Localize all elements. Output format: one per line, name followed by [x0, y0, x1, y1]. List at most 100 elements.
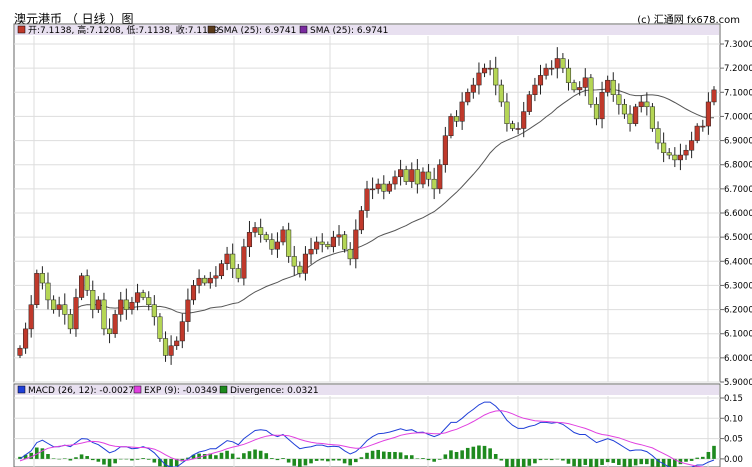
divergence-bar	[331, 458, 336, 461]
candle-up	[134, 292, 141, 303]
candle-down	[509, 123, 516, 129]
divergence-bar	[555, 458, 560, 460]
price-tick-label: 7.0000	[724, 112, 752, 122]
divergence-bar	[135, 458, 140, 460]
divergence-bar	[376, 449, 380, 459]
candle-down	[286, 229, 292, 257]
candle-up	[95, 299, 101, 310]
candle-down	[672, 154, 678, 161]
divergence-bar	[242, 453, 246, 459]
candle-up	[521, 111, 527, 129]
candle-up	[302, 253, 308, 274]
candle-up	[543, 67, 549, 76]
divergence-bar	[68, 458, 73, 461]
candle-up	[532, 84, 538, 95]
divergence-bar	[298, 458, 302, 467]
divergence-bar	[443, 454, 448, 459]
divergence-bar	[146, 458, 151, 460]
candle-up	[23, 328, 29, 349]
candle-up	[694, 125, 700, 141]
candle-down	[493, 67, 499, 86]
legend-macd-text: MACD (26, 12): -0.0027	[28, 386, 134, 396]
candle-up	[179, 321, 185, 342]
divergence-bar	[488, 448, 492, 459]
candle-up	[448, 116, 454, 136]
candle-down	[644, 101, 650, 108]
divergence-bar	[404, 455, 408, 459]
candle-up	[224, 253, 230, 264]
candle-down	[39, 273, 45, 284]
divergence-bar	[258, 450, 263, 459]
divergence-bar	[102, 458, 106, 465]
candle-down	[45, 282, 51, 301]
divergence-bar	[577, 458, 582, 467]
divergence-bar	[477, 445, 481, 459]
divergence-bar	[79, 454, 84, 459]
divergence-bar	[130, 458, 134, 461]
divergence-bar	[712, 445, 716, 459]
candle-up	[28, 304, 34, 330]
candle-down	[381, 183, 387, 192]
divergence-bar	[449, 450, 453, 459]
candle-up	[633, 106, 639, 124]
divergence-bar	[354, 458, 358, 463]
divergence-bar	[617, 458, 621, 465]
candle-up	[207, 277, 213, 284]
candle-up	[386, 183, 392, 192]
candle-up	[246, 232, 253, 248]
legend-exp-swatch	[133, 385, 142, 394]
candle-down	[347, 248, 353, 260]
legend-sma2-swatch	[299, 25, 308, 34]
candle-up	[129, 302, 135, 310]
divergence-bar	[62, 458, 67, 459]
candle-up	[420, 171, 426, 185]
candle-up	[465, 92, 471, 103]
divergence-bar	[521, 458, 526, 467]
legend-macd-swatch	[17, 385, 26, 394]
divergence-bar	[359, 457, 364, 459]
macd-tick-label: 0.05	[724, 435, 743, 445]
candle-down	[146, 297, 152, 305]
candle-up	[375, 183, 381, 190]
divergence-bar	[527, 458, 532, 466]
candle-up	[605, 79, 611, 93]
legend-sma1-swatch	[207, 25, 216, 34]
candle-up	[364, 188, 370, 211]
divergence-bar	[600, 458, 604, 465]
candle-down	[565, 67, 572, 83]
divergence-bar	[611, 458, 616, 463]
candle-up	[56, 304, 62, 310]
candle-down	[593, 104, 600, 120]
candle-down	[616, 94, 622, 105]
price-tick-label: 6.0000	[724, 354, 752, 364]
divergence-bar	[286, 458, 291, 463]
candle-down	[325, 244, 331, 248]
price-tick-label: 6.4000	[724, 257, 752, 267]
divergence-bar	[253, 449, 257, 459]
divergence-bar	[605, 458, 610, 463]
candle-up	[705, 101, 711, 127]
macd-tick-label: 0.10	[724, 414, 743, 424]
candle-down	[666, 152, 672, 156]
divergence-bar	[421, 458, 425, 459]
candle-down	[258, 227, 264, 235]
candle-down	[649, 106, 655, 129]
divergence-bar	[230, 453, 235, 459]
candle-up	[185, 299, 191, 322]
divergence-bar	[314, 458, 319, 461]
price-tick-label: 6.8000	[724, 161, 752, 171]
price-tick-label: 7.3000	[724, 40, 752, 50]
candle-down	[84, 275, 90, 291]
candle-down	[162, 338, 169, 356]
divergence-bar	[118, 458, 123, 460]
divergence-bar	[398, 452, 403, 459]
divergence-bar	[214, 455, 218, 459]
candle-up	[280, 229, 286, 243]
candle-up	[481, 67, 488, 74]
divergence-bar	[471, 446, 476, 459]
divergence-bar	[589, 458, 593, 467]
candle-down	[123, 299, 129, 310]
divergence-bar	[583, 458, 588, 465]
chart-svg: 7.3000 7.2000 7.1000 7.0000 6.9000 6.8000 6.70…	[13, 23, 752, 467]
legend-ohlc-text: 开:7.1138, 高:7.1208, 低:7.1138, 收:7.1169	[28, 24, 220, 36]
